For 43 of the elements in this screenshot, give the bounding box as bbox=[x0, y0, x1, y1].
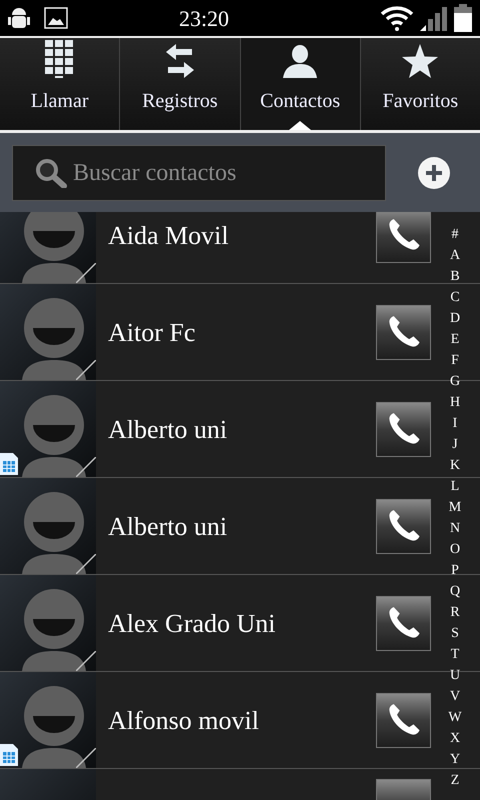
index-letter[interactable]: V bbox=[450, 686, 460, 707]
index-letter[interactable]: P bbox=[451, 560, 459, 581]
index-letter[interactable]: N bbox=[450, 518, 460, 539]
index-letter[interactable]: H bbox=[450, 392, 460, 413]
contact-name: Aitor Fc bbox=[108, 316, 196, 348]
index-letter[interactable]: E bbox=[450, 329, 460, 350]
contact-name: Alberto uni bbox=[108, 414, 228, 446]
tab[interactable]: Contactos bbox=[240, 38, 360, 130]
index-letter[interactable]: Q bbox=[450, 581, 460, 602]
index-letter[interactable]: G bbox=[450, 371, 460, 392]
contact-name: Alex Grado Uni bbox=[108, 608, 277, 640]
contact-row[interactable]: Aida Movil bbox=[0, 212, 431, 283]
index-letter[interactable]: F bbox=[451, 350, 459, 371]
index-letter[interactable]: Y bbox=[450, 749, 460, 770]
index-letter[interactable]: T bbox=[450, 644, 460, 665]
contact-name: Alfonso movil bbox=[108, 704, 260, 736]
index-letter[interactable]: X bbox=[450, 728, 460, 749]
contact-row[interactable]: Alex Grado Uni bbox=[0, 575, 431, 671]
index-letter[interactable]: # bbox=[452, 224, 458, 245]
contact-row[interactable]: Alberto uni bbox=[0, 381, 431, 477]
contact-row[interactable]: Alfonso movil bbox=[0, 672, 431, 768]
index-letter[interactable]: C bbox=[450, 287, 460, 308]
clock-time: 23:20 bbox=[178, 4, 230, 32]
tab[interactable]: Llamar bbox=[0, 38, 120, 130]
index-letter[interactable]: S bbox=[451, 623, 459, 644]
index-letter[interactable]: R bbox=[450, 602, 460, 623]
index-letter[interactable]: L bbox=[450, 476, 460, 497]
index-letter[interactable]: D bbox=[450, 308, 460, 329]
contact-row[interactable]: Alberto uni bbox=[0, 478, 431, 574]
index-letter[interactable]: W bbox=[448, 707, 462, 728]
index-letter[interactable]: J bbox=[452, 434, 458, 455]
index-letter[interactable]: Z bbox=[450, 770, 460, 791]
index-letter[interactable]: O bbox=[450, 539, 460, 560]
index-letter[interactable]: K bbox=[450, 455, 460, 476]
index-letter[interactable]: B bbox=[450, 266, 460, 287]
index-letter[interactable]: U bbox=[450, 665, 460, 686]
search-box[interactable]: Buscar contactos bbox=[12, 144, 386, 200]
index-letter[interactable]: I bbox=[452, 413, 458, 434]
contact-name: Alberto uni bbox=[108, 510, 228, 542]
index-letter[interactable]: A bbox=[450, 245, 460, 266]
contact-name: Aida Movil bbox=[108, 220, 230, 252]
contact-row[interactable]: Aitor Fc bbox=[0, 284, 431, 380]
index-letter[interactable]: M bbox=[448, 497, 462, 518]
